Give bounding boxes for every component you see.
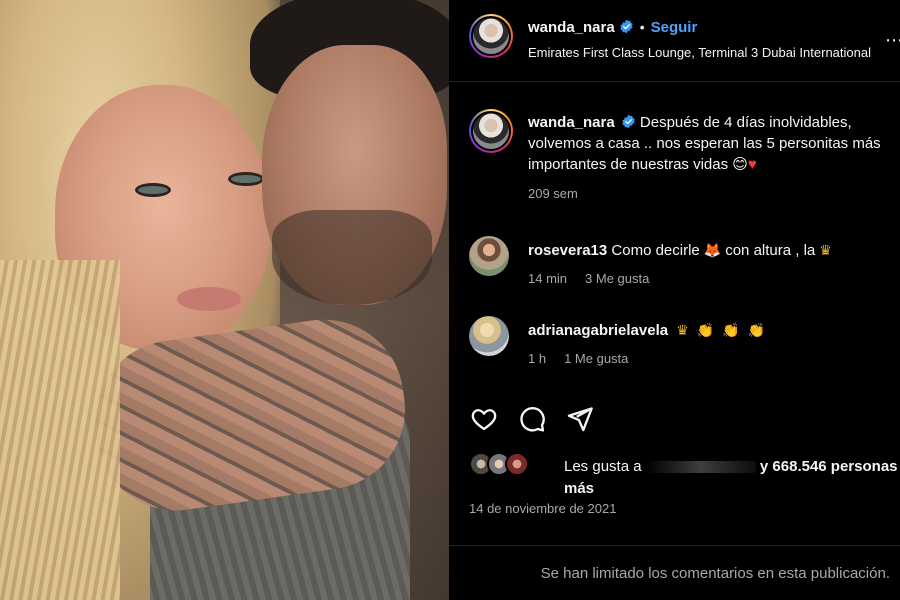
- caption-author-avatar[interactable]: [469, 109, 513, 153]
- likes-prefix: Les gusta a: [564, 458, 642, 475]
- post-date: 14 de noviembre de 2021: [469, 501, 617, 516]
- comment-text: con altura , la: [725, 242, 816, 259]
- clapping-emoji-icon: 👏: [722, 322, 740, 338]
- caption-username[interactable]: wanda_nara: [528, 114, 615, 131]
- comment-text: Como decirle: [611, 242, 700, 259]
- author-username[interactable]: wanda_nara: [528, 19, 615, 36]
- comment-meta: 1 h 1 Me gusta: [528, 351, 646, 366]
- commenter-avatar[interactable]: [469, 316, 509, 356]
- heart-icon[interactable]: [467, 403, 501, 435]
- post-photo[interactable]: [0, 0, 449, 600]
- liker-avatar: [505, 452, 529, 476]
- photo-man-beard: [272, 210, 432, 305]
- follow-button[interactable]: Seguir: [651, 19, 698, 36]
- comment-item: adrianagabrielavela ♛ 👏 👏 👏 1 h 1 Me gusta: [449, 316, 900, 376]
- comment-body: rosevera13 Como decirle 🦊 con altura , la ♛: [528, 242, 836, 259]
- more-options-icon[interactable]: ⋯: [885, 30, 900, 51]
- comment-meta: 14 min 3 Me gusta: [528, 271, 667, 286]
- photo-woman-eye: [228, 172, 264, 186]
- crown-emoji-icon: ♛: [819, 242, 832, 258]
- blurred-username: [645, 461, 756, 474]
- comment-body: adrianagabrielavela ♛ 👏 👏 👏: [528, 322, 769, 339]
- verified-badge-icon: [622, 114, 635, 129]
- author-avatar[interactable]: [469, 14, 513, 58]
- likes-text[interactable]: Les gusta a y 668.546 personas más: [564, 456, 900, 500]
- comments-limited-notice: Se han limitado los comentarios en esta …: [540, 565, 890, 582]
- photo-woman-lips: [177, 287, 241, 311]
- post-header: wanda_nara • Seguir Emirates First Class L…: [449, 0, 900, 82]
- post-actions: [467, 403, 597, 435]
- clapping-emoji-icon: 👏: [747, 322, 766, 338]
- send-icon[interactable]: [563, 403, 597, 435]
- comment-username[interactable]: adrianagabrielavela: [528, 322, 668, 339]
- comment-icon[interactable]: [515, 403, 549, 435]
- post-location[interactable]: Emirates First Class Lounge, Terminal 3 …: [528, 45, 900, 60]
- caption-time: 209 sem: [528, 186, 578, 201]
- commenter-avatar[interactable]: [469, 236, 509, 276]
- post-side-panel: wanda_nara • Seguir Emirates First Class L…: [449, 0, 900, 600]
- comment-like-count[interactable]: 3 Me gusta: [585, 271, 649, 286]
- fox-emoji-icon: 🦊: [703, 242, 722, 258]
- header-separator: •: [639, 19, 645, 35]
- verified-badge-icon: [620, 19, 633, 34]
- comment-time: 1 h: [528, 351, 547, 366]
- likers-avatars[interactable]: [469, 450, 533, 478]
- comment-like-count[interactable]: 1 Me gusta: [564, 351, 628, 366]
- instagram-post: wanda_nara • Seguir Emirates First Class L…: [0, 0, 900, 600]
- photo-woman-eye: [135, 183, 171, 197]
- panel-divider: [449, 545, 900, 546]
- header-author-line: wanda_nara • Seguir: [528, 19, 697, 37]
- photo-hair-strands: [0, 260, 120, 600]
- comment-item: rosevera13 Como decirle 🦊 con altura , la ♛…: [449, 236, 900, 296]
- comment-time: 14 min: [528, 271, 568, 286]
- comment-username[interactable]: rosevera13: [528, 242, 607, 259]
- clapping-emoji-icon: 👏: [696, 322, 715, 338]
- crown-emoji-icon: ♛: [676, 322, 689, 338]
- heart-emoji-icon: ♥: [747, 156, 757, 173]
- caption-text-block: wanda_nara Después de 4 días inolvidable…: [528, 112, 900, 175]
